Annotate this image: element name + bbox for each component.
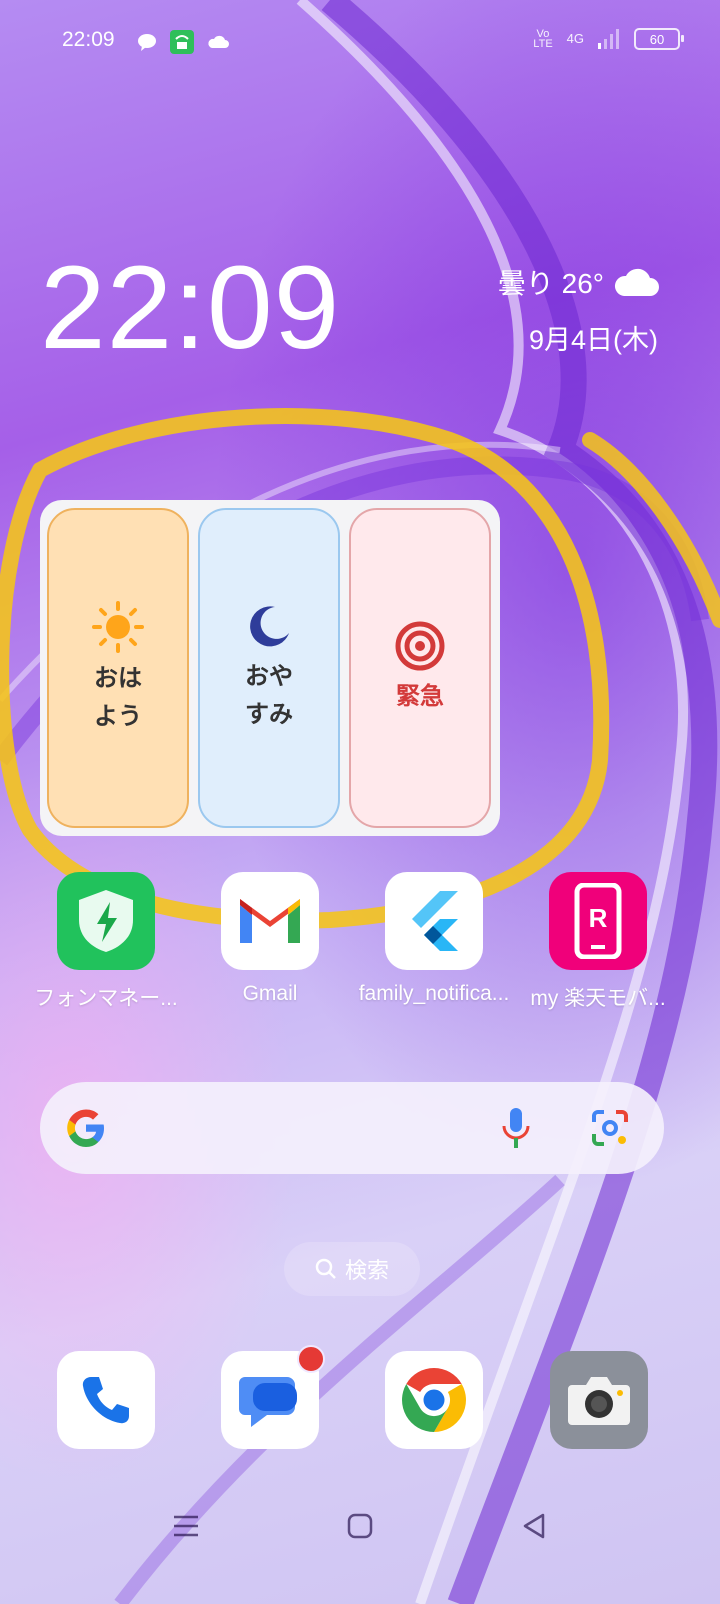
app-label: フォンマネー... <box>34 987 178 1010</box>
app-search-label: 検索 <box>344 1258 389 1283</box>
dock-chrome[interactable] <box>385 1351 483 1449</box>
rakuten-mobile-icon: R <box>549 872 647 970</box>
back-button[interactable] <box>504 1506 564 1546</box>
app-label: family_notifica... <box>358 982 510 1005</box>
home-square-icon <box>347 1513 373 1539</box>
back-triangle-icon <box>523 1513 545 1539</box>
voice-search-icon[interactable] <box>500 1106 532 1150</box>
status-time: 22:09 <box>62 28 115 51</box>
svg-text:R: R <box>589 903 608 933</box>
battery-icon: 60 <box>634 28 684 50</box>
app-phone-manager[interactable]: フォンマネー... <box>21 872 191 1012</box>
app-label: Gmail <box>242 982 298 1005</box>
menu-icon <box>174 1515 198 1537</box>
notification-badge <box>297 1345 325 1373</box>
signal-icon <box>598 29 619 49</box>
weather-widget[interactable]: 曇り 26° <box>498 262 660 302</box>
app-search-button[interactable]: 検索 <box>284 1242 420 1296</box>
routine-widget: おはよう おやすみ 緊急 <box>40 500 500 836</box>
flutter-icon <box>385 872 483 970</box>
battery-level: 60 <box>649 31 665 47</box>
moon-icon <box>250 606 289 647</box>
gmail-icon <box>221 872 319 970</box>
app-label: my 楽天モバ... <box>530 987 666 1010</box>
dock-messages[interactable] <box>221 1345 325 1449</box>
app-family-notification[interactable]: family_notifica... <box>349 872 519 1006</box>
cloud-icon <box>614 268 659 296</box>
phone-manager-icon <box>57 872 155 970</box>
navigation-bar <box>0 1496 720 1556</box>
android-notification-icon <box>170 30 194 54</box>
volte-icon: Vo LTE <box>533 28 553 50</box>
date-label[interactable]: 9月4日(木) <box>529 318 658 357</box>
cloud-status-icon <box>208 35 229 48</box>
search-icon <box>315 1258 336 1279</box>
dock-phone[interactable] <box>57 1351 155 1449</box>
chat-bubble-icon <box>138 34 156 51</box>
sun-icon <box>92 601 144 653</box>
weather-text: 曇り 26° <box>497 268 604 299</box>
good-morning-button[interactable]: おはよう <box>47 508 189 828</box>
google-lens-icon[interactable] <box>590 1108 630 1148</box>
phone-icon <box>82 1377 129 1424</box>
emergency-button[interactable]: 緊急 <box>349 508 491 828</box>
clock-widget-time[interactable]: 22:09 <box>40 240 340 376</box>
dock-camera[interactable] <box>550 1351 648 1449</box>
recents-button[interactable] <box>156 1506 216 1546</box>
good-night-button[interactable]: おやすみ <box>198 508 340 828</box>
google-g-icon <box>67 1109 104 1147</box>
target-icon <box>395 621 445 671</box>
app-gmail[interactable]: Gmail <box>185 872 355 1006</box>
good-morning-label: おはよう <box>94 664 142 730</box>
messages-icon <box>239 1377 297 1427</box>
google-search-bar[interactable] <box>40 1082 664 1174</box>
status-bar: 22:09 Vo LTE 4G 60 <box>0 22 720 62</box>
emergency-label: 緊急 <box>396 682 444 710</box>
home-button[interactable] <box>330 1506 390 1546</box>
chrome-icon <box>402 1368 466 1432</box>
good-night-label: おやすみ <box>245 662 293 728</box>
network-type: 4G <box>566 31 584 46</box>
app-rakuten-mobile[interactable]: R my 楽天モバ... <box>513 872 683 1012</box>
camera-icon <box>568 1377 630 1425</box>
